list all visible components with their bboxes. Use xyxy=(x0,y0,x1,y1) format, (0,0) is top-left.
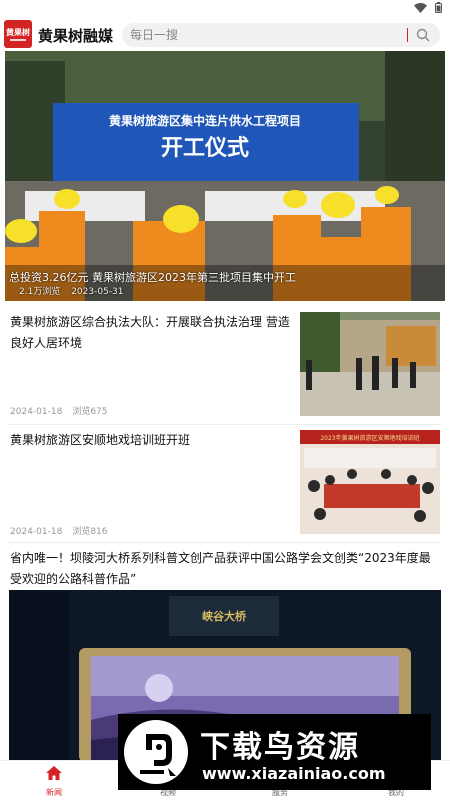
watermark-url: www.xiazainiao.com xyxy=(202,764,386,783)
news-title: 黄果树旅游区综合执法大队：开展联合执法治理 营造良好人居环境 xyxy=(10,315,290,350)
status-icons xyxy=(414,2,442,13)
hero-meta: 2.1万浏览 2023-05-31 xyxy=(19,284,124,297)
hero-banner-line1: 黄果树旅游区集中连片供水工程项目 xyxy=(109,113,301,128)
news-item[interactable]: 黄果树旅游区综合执法大队：开展联合执法治理 营造良好人居环境 2024-01-1… xyxy=(0,310,450,420)
watermark: 下载鸟资源 www.xiazainiao.com xyxy=(118,714,431,790)
search-box[interactable] xyxy=(122,23,440,47)
feature-sign-text: 峡谷大桥 xyxy=(202,609,247,623)
hero-caption: 总投资3.26亿元 黄果树旅游区2023年第三批项目集中开工 xyxy=(9,271,296,284)
hero-views: 2.1万浏览 xyxy=(19,287,61,297)
logo-underline xyxy=(10,38,26,41)
hero-date: 2023-05-31 xyxy=(71,287,124,297)
search-icon[interactable] xyxy=(416,28,430,42)
hero-banner[interactable]: 黄果树旅游区集中连片供水工程项目 开工仪式 总投资3.26亿元 黄果树旅游区20… xyxy=(5,51,445,301)
divider xyxy=(8,542,442,543)
home-icon xyxy=(46,766,62,780)
news-title: 黄果树旅游区安顺地戏培训班开班 xyxy=(10,433,191,447)
status-bar xyxy=(0,0,450,16)
watermark-title: 下载鸟资源 xyxy=(200,730,360,765)
hero-image: 黄果树旅游区集中连片供水工程项目 开工仪式 xyxy=(5,51,445,301)
news-date: 2024-01-18 xyxy=(10,407,63,417)
tab-news[interactable]: 新闻 xyxy=(4,761,104,800)
news-thumbnail: 2023年黄果树旅游区安顺地戏培训班 xyxy=(300,430,440,534)
app-title: 黄果树融媒 xyxy=(38,27,114,45)
news-thumbnail xyxy=(300,312,440,416)
thumb-banner-text: 2023年黄果树旅游区安顺地戏培训班 xyxy=(320,434,419,442)
news-thumbnail-image: 2023年黄果树旅游区安顺地戏培训班 xyxy=(300,430,440,534)
app-header: 黄果树 黄果树融媒 xyxy=(0,20,450,50)
news-date: 2024-01-18 xyxy=(10,527,63,537)
wifi-icon xyxy=(414,2,427,13)
divider xyxy=(8,424,442,425)
news-thumbnail-image xyxy=(300,312,440,416)
news-item[interactable]: 黄果树旅游区安顺地戏培训班开班 2024-01-18 浏览816 2023年黄果树… xyxy=(0,428,450,538)
tab-label: 新闻 xyxy=(46,788,62,797)
hero-banner-line2: 开工仪式 xyxy=(161,136,249,161)
watermark-logo xyxy=(124,720,188,784)
battery-icon xyxy=(435,2,442,13)
news-meta: 2024-01-18 浏览816 xyxy=(10,524,108,537)
news-meta: 2024-01-18 浏览675 xyxy=(10,404,108,417)
feature-title[interactable]: 省内唯一！坝陵河大桥系列科普文创产品获评中国公路学会文创类“2023年度最受欢迎… xyxy=(10,548,442,590)
search-divider xyxy=(407,28,408,42)
search-input[interactable] xyxy=(122,23,402,47)
app-logo: 黄果树 xyxy=(4,20,32,48)
news-views: 浏览816 xyxy=(72,527,108,537)
bird-icon xyxy=(140,734,176,776)
logo-text: 黄果树 xyxy=(6,27,30,37)
news-views: 浏览675 xyxy=(72,407,108,417)
